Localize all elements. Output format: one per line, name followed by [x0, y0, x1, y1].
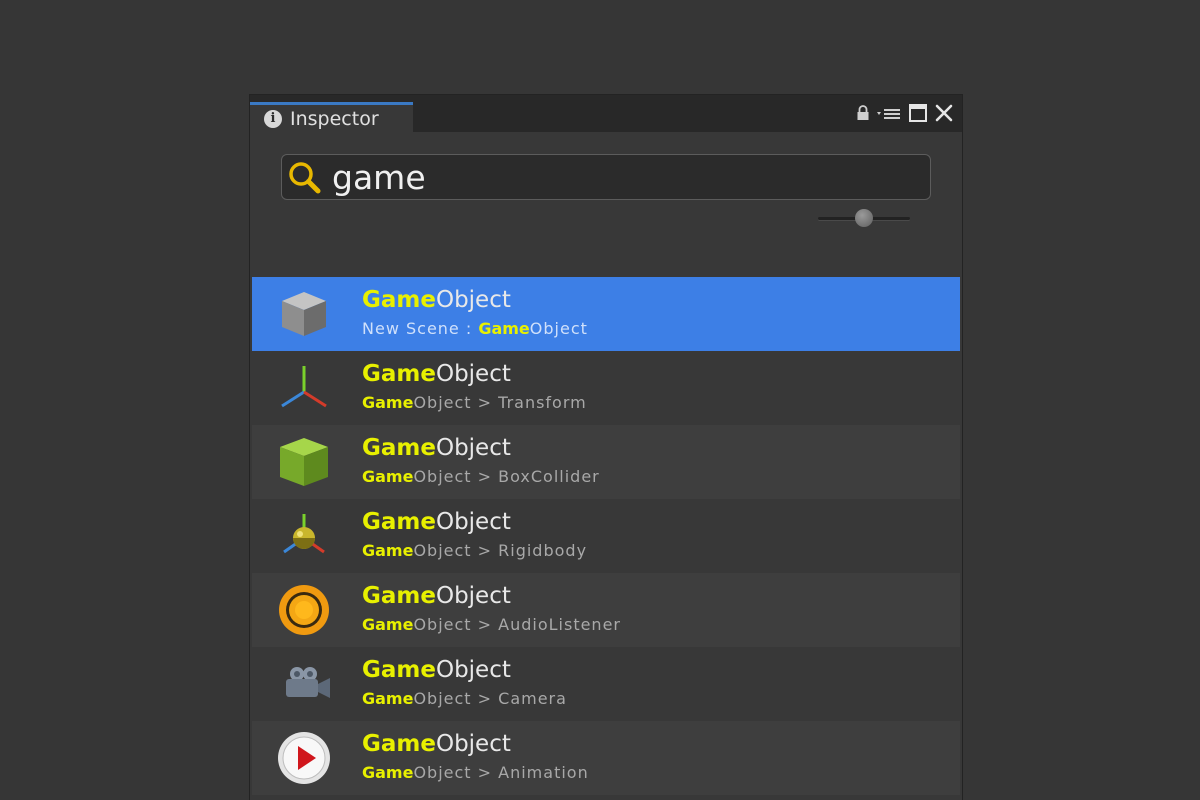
result-title: GameObject	[362, 657, 511, 683]
info-icon: i	[264, 109, 282, 128]
result-row[interactable]: GameObject GameObject > AudioListener	[252, 573, 960, 647]
result-title: GameObject	[362, 435, 511, 461]
tab-bar: i Inspector	[250, 95, 962, 132]
search-input[interactable]	[332, 157, 912, 197]
result-path: GameObject > Rigidbody	[362, 541, 587, 560]
result-title: GameObject	[362, 731, 511, 757]
result-path: GameObject > Camera	[362, 689, 567, 708]
result-path-rest: Object	[529, 319, 588, 338]
result-path-match: Game	[362, 689, 414, 708]
inspector-panel: i Inspector game GameObject New Scene: …	[250, 95, 962, 800]
result-row[interactable]: GameObject New Scene : GameObject	[252, 277, 960, 351]
gameobject-cube-icon	[276, 286, 332, 342]
maximize-icon[interactable]	[908, 103, 928, 123]
result-title: GameObject	[362, 287, 511, 313]
search-icon	[282, 155, 326, 199]
lock-icon[interactable]	[856, 104, 870, 122]
result-title-rest: Object	[435, 657, 511, 683]
close-icon[interactable]	[934, 103, 954, 123]
result-path-rest: Object > Animation	[413, 763, 589, 782]
result-title-rest: Object	[435, 287, 511, 313]
result-path-rest: Object > Camera	[413, 689, 567, 708]
result-title-rest: Object	[435, 361, 511, 387]
result-path-match: Game	[362, 615, 414, 634]
result-title-rest: Object	[435, 731, 511, 757]
result-title: GameObject	[362, 583, 511, 609]
result-title-match: Game	[362, 583, 436, 609]
result-title-match: Game	[362, 657, 436, 683]
result-path: GameObject > AudioListener	[362, 615, 621, 634]
rigidbody-icon	[276, 508, 332, 564]
result-path: New Scene : GameObject	[362, 319, 588, 338]
result-path: GameObject > Transform	[362, 393, 587, 412]
result-path-match: Game	[362, 467, 414, 486]
result-path-rest: Object > Transform	[413, 393, 587, 412]
result-row[interactable]: GameObject GameObject > Transform	[252, 351, 960, 425]
result-title-match: Game	[362, 509, 436, 535]
result-row[interactable]: GameObject GameObject > BoxCollider	[252, 425, 960, 499]
result-path-match: Game	[478, 319, 530, 338]
result-title: GameObject	[362, 509, 511, 535]
result-path-match: Game	[362, 763, 414, 782]
result-path-rest: Object > AudioListener	[413, 615, 621, 634]
audio-listener-icon	[276, 582, 332, 638]
result-row[interactable]: GameObject GameObject > Camera	[252, 647, 960, 721]
camera-icon	[276, 656, 332, 712]
result-row[interactable]: GameObject GameObject > Rigidbody	[252, 499, 960, 573]
result-path-prefix: New Scene :	[362, 319, 479, 338]
result-path: GameObject > Animation	[362, 763, 589, 782]
result-path-match: Game	[362, 541, 414, 560]
window-controls	[856, 103, 954, 123]
result-path-match: Game	[362, 393, 414, 412]
search-box[interactable]	[281, 154, 931, 200]
result-title-rest: Object	[435, 435, 511, 461]
result-path-rest: Object > Rigidbody	[413, 541, 588, 560]
result-title-match: Game	[362, 361, 436, 387]
transform-axes-icon	[276, 360, 332, 416]
result-title-match: Game	[362, 287, 436, 313]
result-title-match: Game	[362, 731, 436, 757]
tab-inspector[interactable]: i Inspector	[250, 102, 413, 132]
results-list: GameObject New Scene : GameObject GameObj…	[252, 277, 960, 795]
animation-play-icon	[276, 730, 332, 786]
zoom-slider[interactable]	[818, 207, 910, 229]
result-path: GameObject > BoxCollider	[362, 467, 600, 486]
result-path-rest: Object > BoxCollider	[413, 467, 600, 486]
panel-menu-icon[interactable]	[876, 104, 902, 122]
result-title: GameObject	[362, 361, 511, 387]
zoom-slider-thumb[interactable]	[855, 209, 873, 227]
result-title-match: Game	[362, 435, 436, 461]
tab-label: Inspector	[290, 107, 379, 130]
result-row[interactable]: GameObject GameObject > Animation	[252, 721, 960, 795]
result-title-rest: Object	[435, 583, 511, 609]
box-collider-icon	[276, 434, 332, 490]
result-title-rest: Object	[435, 509, 511, 535]
